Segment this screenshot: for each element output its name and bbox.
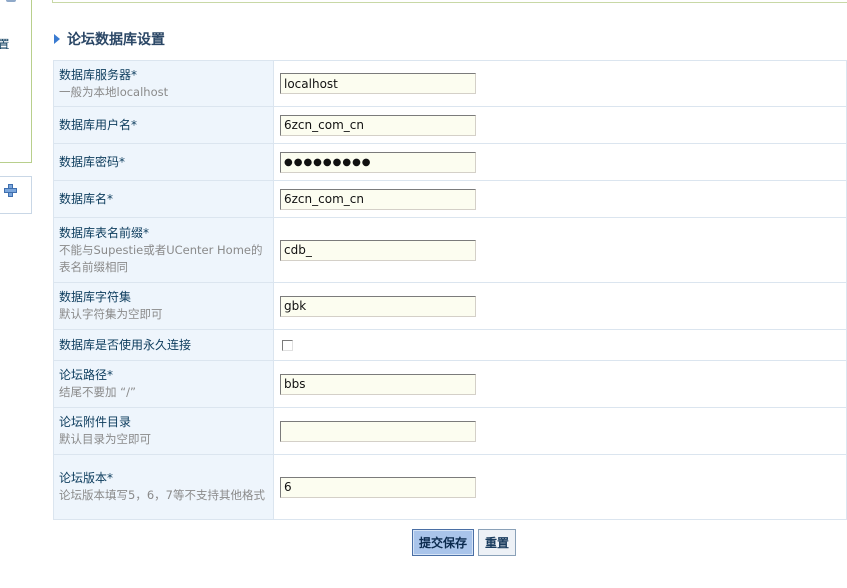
section-title: 论坛数据库设置 [67,32,165,48]
db-pconnect-checkbox[interactable] [282,340,293,351]
input-cell [273,60,847,107]
db-username-input[interactable] [280,114,476,136]
label-cell: 数据库用户名* [53,106,274,144]
db-server-hint: 一般为本地localhost [59,84,169,99]
reset-button[interactable]: 重置 [478,529,517,556]
input-cell [273,454,847,520]
db-password-input[interactable] [280,151,476,173]
form-row-db-server: 数据库服务器* 一般为本地localhost [53,60,847,107]
label-cell: 数据库服务器* 一般为本地localhost [53,60,274,107]
input-cell [273,106,847,144]
db-charset-input[interactable] [280,295,476,317]
form-row-db-password: 数据库密码* [53,143,847,181]
db-name-label: 数据库名* [59,191,114,206]
sidebar-tab-marker [6,0,16,2]
label-cell: 数据库名* [53,180,274,218]
form-row-forum-version: 论坛版本* 论坛版本填写5，6，7等不支持其他格式 [53,454,847,520]
forum-version-hint: 论坛版本填写5，6，7等不支持其他格式 [59,488,265,502]
db-server-label: 数据库服务器* [59,67,138,82]
input-cell [273,407,847,455]
form-row-db-username: 数据库用户名* [53,106,847,144]
label-cell: 论坛版本* 论坛版本填写5，6，7等不支持其他格式 [53,454,274,520]
db-username-label: 数据库用户名* [59,117,138,132]
forum-version-input[interactable] [280,476,476,498]
forum-attach-dir-hint: 默认目录为空即可 [59,432,151,446]
forum-version-label: 论坛版本* [59,471,114,485]
label-cell: 论坛附件目录默认目录为空即可 [53,407,274,455]
db-password-label: 数据库密码* [59,154,126,169]
db-table-prefix-label: 数据库表名前缀* [59,225,150,240]
db-server-input[interactable] [280,73,476,94]
section-header: 论坛数据库设置 [54,30,165,48]
top-frame-border [52,0,847,3]
submit-save-button[interactable]: 提交保存 [412,529,475,556]
forum-path-hint: 结尾不要加 “/” [59,385,136,399]
db-settings-form: 数据库服务器* 一般为本地localhost 数据库用户名* 数据库密码* 数据库名* 数… [53,60,847,520]
input-cell [273,180,847,218]
forum-path-input[interactable] [280,373,476,395]
label-cell: 数据库是否使用永久连接 [53,329,274,361]
forum-path-label: 论坛路径* [59,368,114,382]
form-actions: 提交保存 重置 [412,529,517,556]
db-name-input[interactable] [280,188,476,210]
label-cell: 论坛路径* 结尾不要加 “/” [53,360,274,408]
form-row-forum-path: 论坛路径* 结尾不要加 “/” [53,360,847,408]
form-row-forum-attach-dir: 论坛附件目录默认目录为空即可 [53,407,847,455]
input-cell [273,143,847,181]
form-row-db-charset: 数据库字符集默认字符集为空即可 [53,282,847,330]
db-table-prefix-hint: 不能与Supestie或者UCenter Home的表名前缀相同 [59,242,263,274]
input-cell [273,360,847,408]
db-table-prefix-input[interactable] [280,239,476,261]
plus-icon[interactable] [4,184,17,197]
arrow-icon [54,34,60,44]
db-charset-hint: 默认字符集为空即可 [59,307,163,321]
db-pconnect-label: 数据库是否使用永久连接 [59,337,192,352]
sidebar-panel: 置 [0,0,32,163]
label-cell: 数据库字符集默认字符集为空即可 [53,282,274,330]
input-cell [273,282,847,330]
db-charset-label: 数据库字符集 [59,290,132,304]
forum-attach-dir-label: 论坛附件目录 [59,415,132,429]
sidebar-add-box[interactable] [0,176,32,214]
form-row-db-table-prefix: 数据库表名前缀* 不能与Supestie或者UCenter Home的表名前缀相同 [53,217,847,283]
input-cell [273,217,847,283]
forum-attach-dir-input[interactable] [280,420,476,442]
form-row-db-name: 数据库名* [53,180,847,218]
input-cell [273,329,847,361]
label-cell: 数据库密码* [53,143,274,181]
label-cell: 数据库表名前缀* 不能与Supestie或者UCenter Home的表名前缀相同 [53,217,274,283]
sidebar-item-label[interactable]: 置 [0,36,10,52]
form-row-db-pconnect: 数据库是否使用永久连接 [53,329,847,361]
